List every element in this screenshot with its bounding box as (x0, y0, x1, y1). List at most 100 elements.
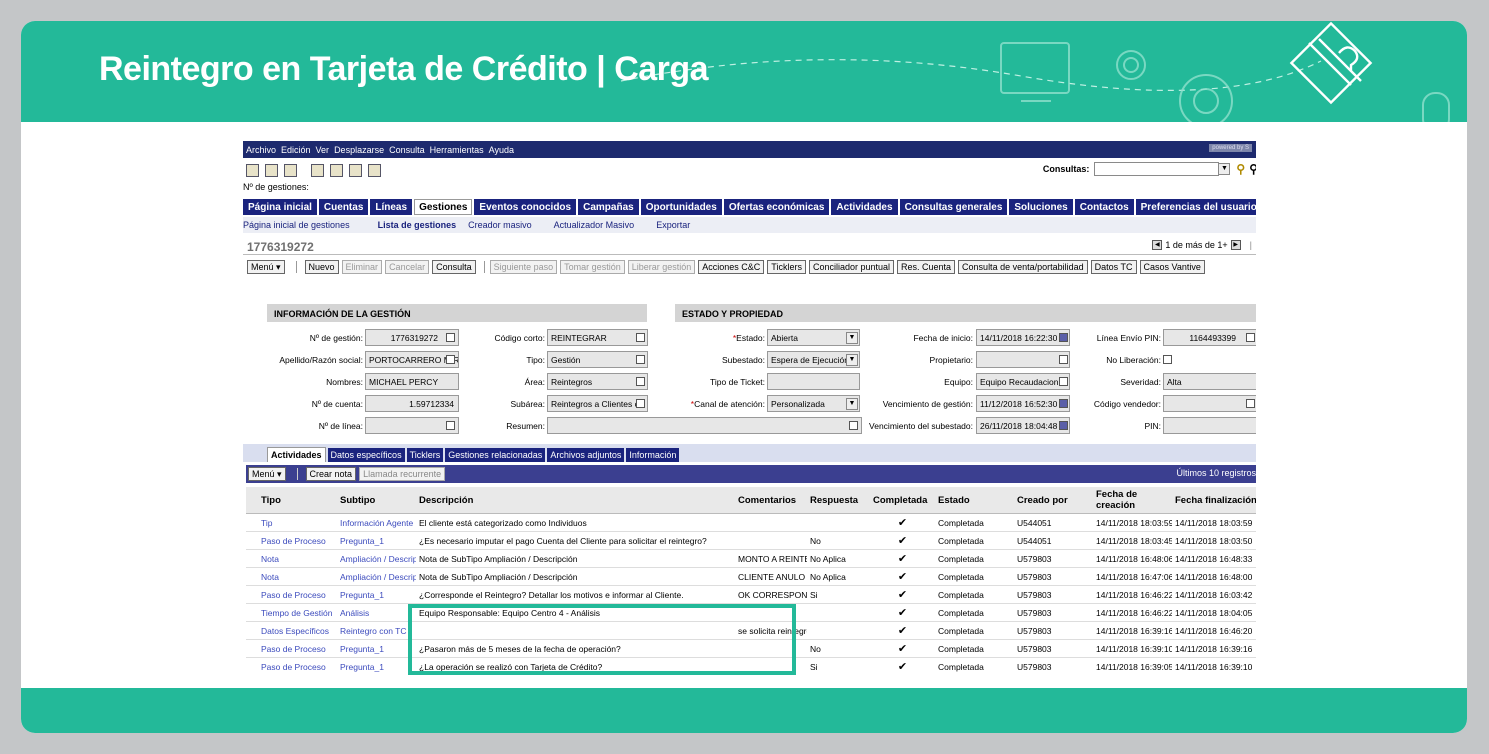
picker-icon[interactable] (446, 355, 455, 364)
consultas-input[interactable] (1094, 162, 1220, 176)
next-icon[interactable]: ▶ (1230, 240, 1241, 250)
ticklers-button[interactable]: Ticklers (767, 260, 806, 274)
col-descripcion[interactable]: Descripción (416, 487, 735, 514)
table-row[interactable]: NotaAmpliación / DescripciónNota de SubT… (246, 567, 1256, 586)
tipoticket-field[interactable] (767, 373, 860, 390)
tipo-cell[interactable]: Tip (258, 513, 337, 532)
consulta-venta-button[interactable]: Consulta de venta/portabilidad (958, 260, 1088, 274)
subnav-lista[interactable]: Lista de gestiones (378, 220, 457, 230)
nombres-field[interactable]: MICHAEL PERCY (365, 373, 459, 390)
menu-desplazarse[interactable]: Desplazarse (334, 145, 384, 155)
tab-oportunidades[interactable]: Oportunidades (640, 199, 722, 215)
tipo-cell[interactable]: Datos Específicos (258, 621, 337, 640)
tab-lineas[interactable]: Líneas (370, 199, 413, 215)
prev-icon[interactable]: ◀ (1152, 240, 1163, 250)
subtipo-cell[interactable]: Pregunta_1 (337, 639, 416, 658)
consulta-button[interactable]: Consulta (432, 260, 476, 274)
chevron-down-icon[interactable]: ▼ (846, 332, 858, 344)
document-icon[interactable] (368, 163, 381, 177)
tab-cuentas[interactable]: Cuentas (318, 199, 369, 215)
picker-icon[interactable] (636, 377, 645, 386)
col-comentarios[interactable]: Comentarios (735, 487, 807, 514)
res-cuenta-button[interactable]: Res. Cuenta (897, 260, 956, 274)
codigo-field[interactable]: REINTEGRAR (547, 329, 648, 346)
crear-nota-button[interactable]: Crear nota (305, 467, 357, 481)
chevron-down-icon[interactable]: ▼ (1218, 163, 1231, 175)
area-field[interactable]: Reintegros (547, 373, 648, 390)
tipo-cell[interactable]: Nota (258, 549, 337, 568)
codvend-field[interactable] (1163, 395, 1256, 412)
tab-campanas[interactable]: Campañas (578, 199, 639, 215)
edit-icon[interactable] (311, 163, 324, 177)
tab-actividades[interactable]: Actividades (831, 199, 898, 215)
liberar-gestion-button[interactable]: Liberar gestión (627, 260, 696, 274)
casos-vantive-button[interactable]: Casos Vantive (1139, 260, 1205, 274)
ngestion-field[interactable]: 1776319272 (365, 329, 459, 346)
noliberacion-checkbox[interactable] (1163, 355, 1172, 364)
globe-icon[interactable] (284, 163, 297, 177)
tab-preferencias[interactable]: Preferencias del usuario (1135, 199, 1256, 215)
list-icon[interactable] (1246, 399, 1255, 408)
picker-icon[interactable] (636, 333, 645, 342)
tipo-cell[interactable]: Nota (258, 567, 337, 586)
subtipo-cell[interactable]: Pregunta_1 (337, 531, 416, 550)
list-menu-button[interactable]: Menú ▾ (248, 467, 286, 481)
llamada-recurrente-button[interactable]: Llamada recurrente (359, 467, 446, 481)
cuenta-field[interactable]: 1.59712334 (365, 395, 459, 412)
tipo-cell[interactable]: Paso de Proceso (258, 657, 337, 672)
subarea-field[interactable]: Reintegros a Clientes c (547, 395, 648, 412)
table-row[interactable]: NotaAmpliación / DescripciónNota de SubT… (246, 549, 1256, 568)
subtipo-cell[interactable]: Ampliación / Descripción (337, 549, 416, 568)
subnav-exportar[interactable]: Exportar (656, 220, 690, 230)
tab-soluciones[interactable]: Soluciones (1009, 199, 1073, 215)
search-icon-2[interactable]: ⚲ (1249, 162, 1256, 176)
calendar-icon[interactable] (1059, 399, 1068, 408)
linea-field[interactable] (365, 417, 459, 434)
tab-ticklers[interactable]: Ticklers (406, 448, 444, 462)
tipo-cell[interactable]: Paso de Proceso (258, 531, 337, 550)
table-row[interactable]: Tip Información Agente El cliente está cat… (246, 513, 1256, 532)
tab-eventos[interactable]: Eventos conocidos (474, 199, 577, 215)
col-completada[interactable]: Completada (870, 487, 935, 514)
tipo-cell[interactable]: Tiempo de Gestión (258, 603, 337, 622)
menu-edicion[interactable]: Edición (281, 145, 311, 155)
col-subtipo[interactable]: Subtipo (337, 487, 416, 514)
copy-icon[interactable] (265, 163, 278, 177)
acciones-cc-button[interactable]: Acciones C&C (698, 260, 765, 274)
tab-gestiones[interactable]: Gestiones (414, 199, 473, 215)
nuevo-button[interactable]: Nuevo (304, 260, 339, 274)
subtipo-cell[interactable]: Pregunta_1 (337, 585, 416, 604)
vencsub-field[interactable]: 26/11/2018 18:04:48 (976, 417, 1070, 434)
tab-consultas-generales[interactable]: Consultas generales (899, 199, 1008, 215)
picker-icon[interactable] (1059, 355, 1068, 364)
calendar-icon[interactable] (1059, 421, 1068, 430)
tab-gestiones-relacionadas[interactable]: Gestiones relacionadas (445, 448, 546, 462)
tipo-cell[interactable]: Paso de Proceso (258, 585, 337, 604)
subnav-creador[interactable]: Creador masivo (468, 220, 532, 230)
severidad-field[interactable]: Alta (1163, 373, 1256, 390)
propietario-field[interactable] (976, 351, 1070, 368)
table-row[interactable]: Paso de Proceso Pregunta_1 ¿Corresponde el… (246, 585, 1256, 604)
picker-icon[interactable] (636, 355, 645, 364)
cancelar-button[interactable]: Cancelar (385, 260, 430, 274)
picker-icon[interactable] (446, 333, 455, 342)
apellido-field[interactable]: PORTOCARRERO MIR (365, 351, 459, 368)
print-icon[interactable] (349, 163, 362, 177)
col-fecha-creacion[interactable]: Fecha de creación (1093, 487, 1172, 514)
pin-field[interactable] (1163, 417, 1256, 434)
lineapin-field[interactable]: 1164493399 (1163, 329, 1256, 346)
datos-tc-button[interactable]: Datos TC (1090, 260, 1137, 274)
subtipo-cell[interactable]: Ampliación / Descripción (337, 567, 416, 586)
subnav-pagina-inicial[interactable]: Página inicial de gestiones (243, 220, 350, 230)
tab-ofertas[interactable]: Ofertas económicas (723, 199, 830, 215)
siguiente-paso-button[interactable]: Siguiente paso (489, 260, 558, 274)
table-row[interactable]: Paso de Proceso Pregunta_1 ¿Es necesario i… (246, 531, 1256, 550)
tab-actividades-list[interactable]: Actividades (267, 447, 326, 462)
subtipo-cell[interactable]: Información Agente (337, 513, 416, 532)
menu-consulta[interactable]: Consulta (389, 145, 425, 155)
col-tipo[interactable]: Tipo (258, 487, 337, 514)
calendar-icon[interactable] (1059, 333, 1068, 342)
subnav-actualizador[interactable]: Actualizador Masivo (554, 220, 635, 230)
col-creado-por[interactable]: Creado por (1014, 487, 1093, 514)
chevron-down-icon[interactable]: ▼ (846, 354, 858, 366)
